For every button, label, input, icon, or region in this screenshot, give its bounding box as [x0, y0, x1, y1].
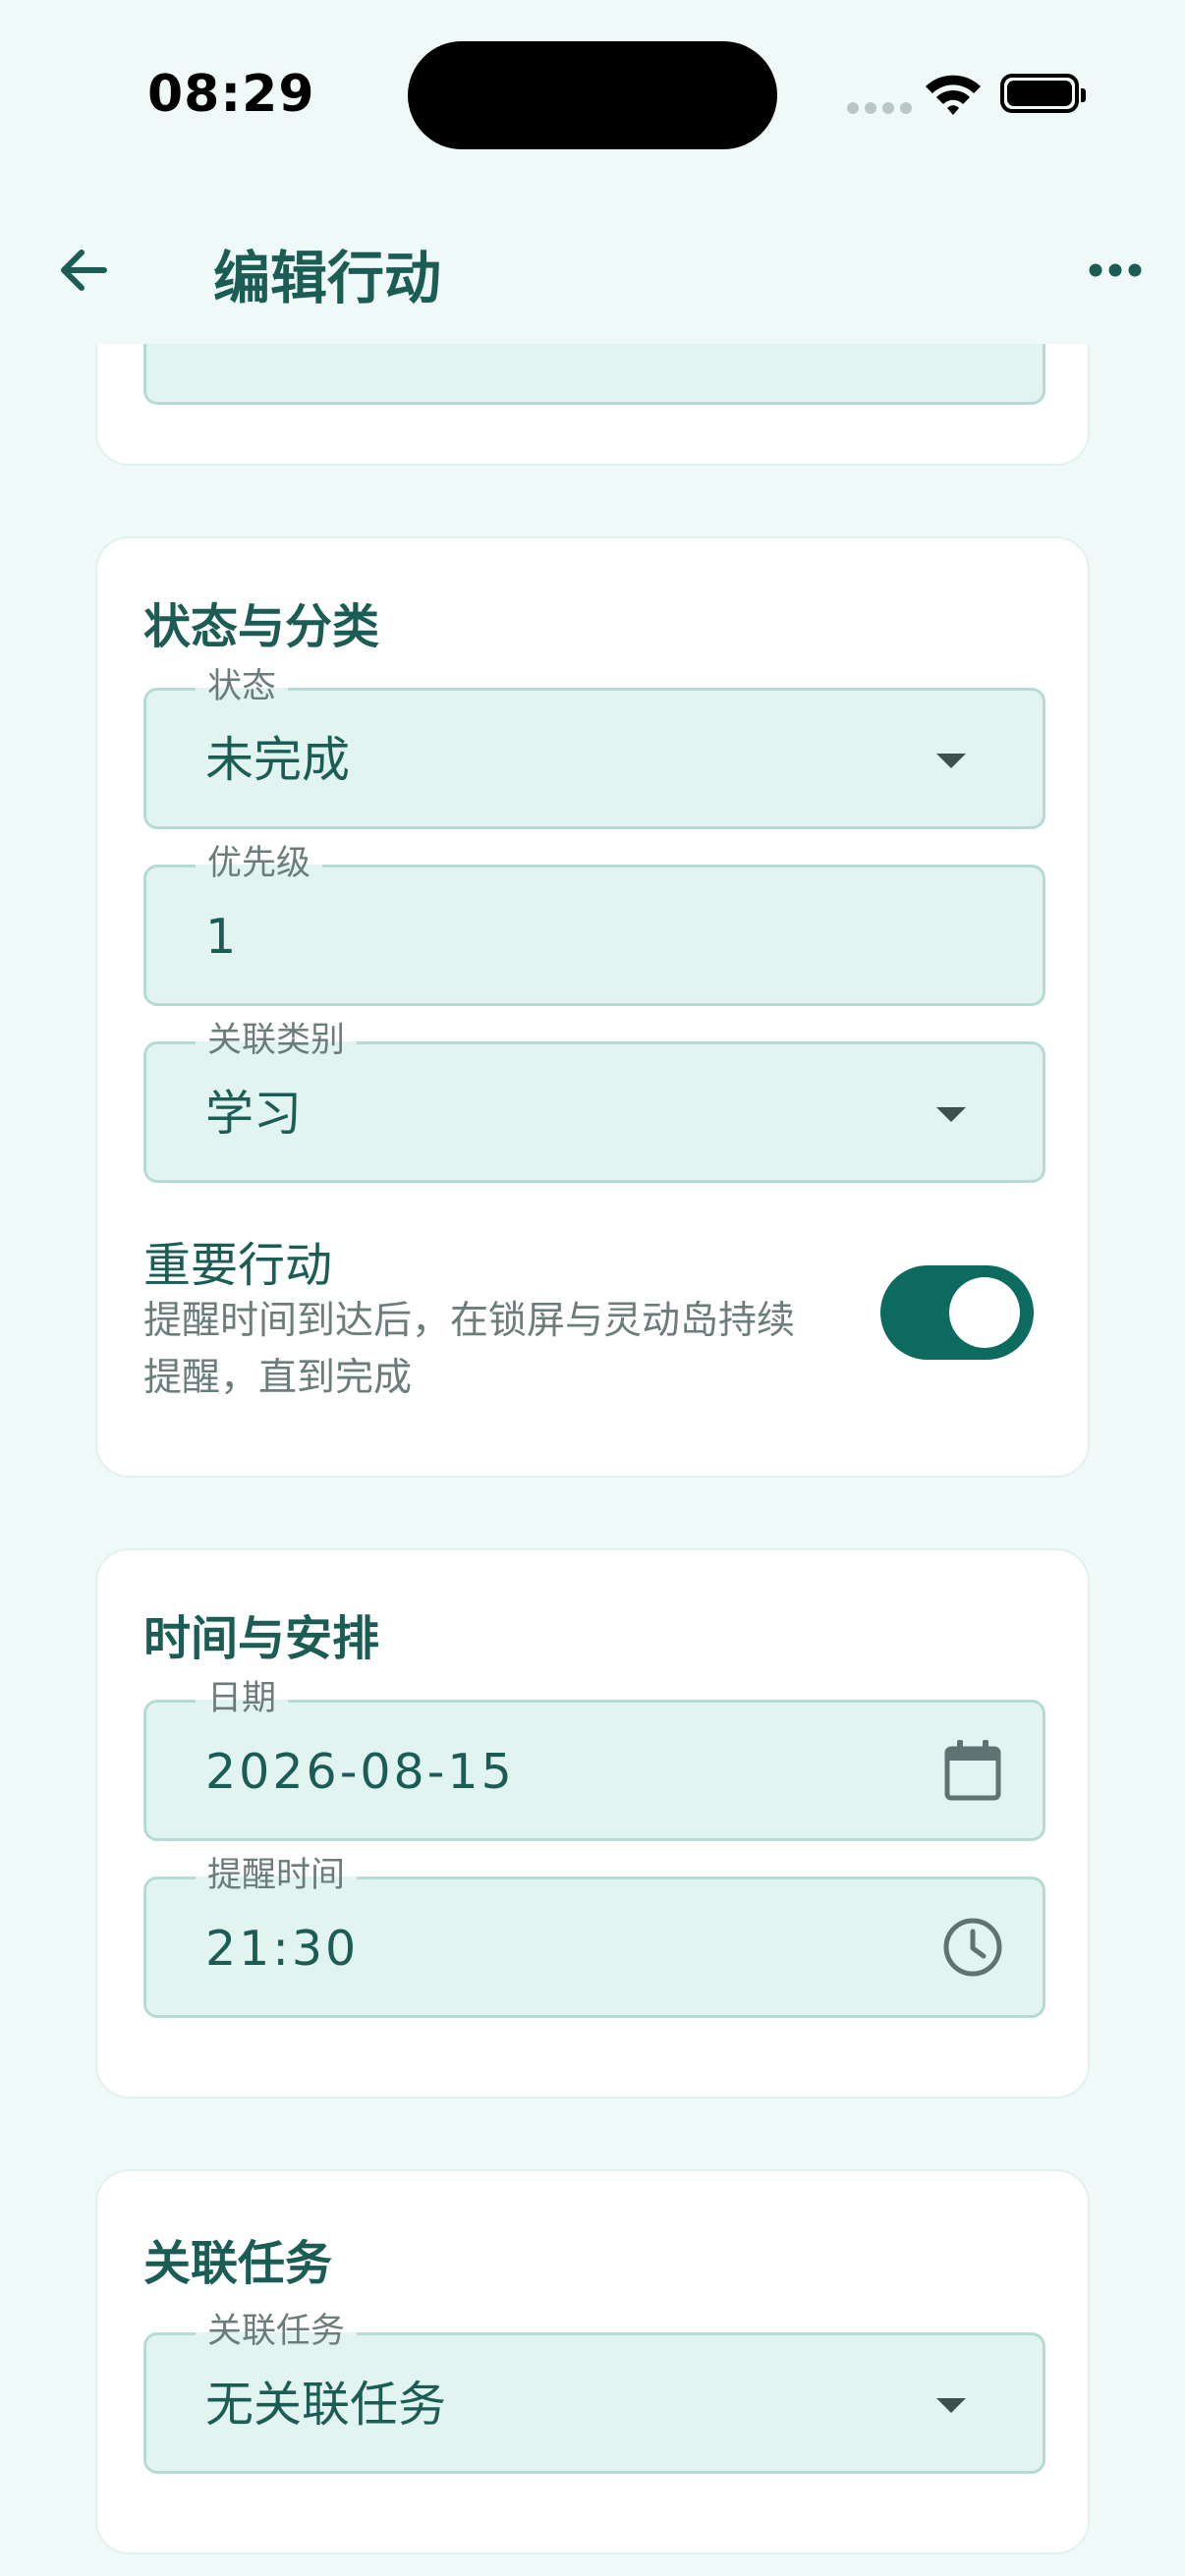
reminder-time-label: 提醒时间	[196, 1854, 358, 1897]
section-title-task: 关联任务	[143, 2236, 333, 2291]
status-bar: 08:29	[0, 0, 1185, 187]
dropdown-arrow-icon	[936, 754, 966, 768]
section-title-status: 状态与分类	[143, 599, 380, 654]
more-horizontal-icon	[1089, 263, 1142, 277]
priority-field[interactable]: 优先级 1	[143, 842, 1045, 1006]
important-action-description: 提醒时间到达后，在锁屏与灵动岛持续提醒，直到完成	[143, 1299, 796, 1400]
status-category-card: 状态与分类 状态 未完成 优先级 1 关联类别 学习 重要行动 提醒时间到达后，…	[95, 536, 1090, 1478]
category-value: 学习	[205, 1086, 303, 1142]
status-value: 未完成	[205, 732, 351, 788]
date-field[interactable]: 日期 2026-08-15	[143, 1677, 1045, 1841]
linked-task-label: 关联任务	[196, 2310, 358, 2353]
linked-task-value: 无关联任务	[205, 2377, 447, 2433]
dropdown-arrow-icon	[936, 1107, 966, 1122]
status-time: 08:29	[147, 65, 315, 124]
priority-value: 1	[205, 909, 237, 965]
reminder-time-value: 21:30	[205, 1921, 360, 1977]
important-action-toggle[interactable]	[880, 1265, 1034, 1360]
back-button[interactable]	[49, 236, 118, 305]
date-value: 2026-08-15	[205, 1744, 515, 1800]
dropdown-arrow-icon	[936, 2398, 966, 2413]
linked-task-select[interactable]: 关联任务 无关联任务	[143, 2310, 1045, 2474]
priority-label: 优先级	[196, 842, 323, 885]
category-select[interactable]: 关联类别 学习	[143, 1019, 1045, 1183]
toggle-knob	[949, 1277, 1020, 1348]
important-action-label: 重要行动	[143, 1238, 333, 1293]
dynamic-island	[408, 41, 777, 149]
battery-icon	[1000, 74, 1086, 113]
app-bar: 编辑行动	[0, 196, 1185, 344]
arrow-left-icon	[61, 250, 107, 291]
calendar-icon[interactable]	[938, 1736, 1007, 1805]
date-label: 日期	[196, 1677, 289, 1720]
category-label: 关联类别	[196, 1019, 358, 1062]
cellular-signal-icon	[847, 102, 912, 114]
page-title: 编辑行动	[213, 245, 442, 311]
more-options-button[interactable]	[1081, 236, 1150, 305]
status-label: 状态	[196, 665, 289, 708]
section-title-schedule: 时间与安排	[143, 1611, 380, 1666]
status-select[interactable]: 状态 未完成	[143, 665, 1045, 829]
linked-task-card: 关联任务 关联任务 无关联任务	[95, 2169, 1090, 2554]
schedule-card: 时间与安排 日期 2026-08-15 提醒时间 21:30	[95, 1548, 1090, 2099]
wifi-icon	[926, 75, 981, 115]
clock-icon[interactable]	[938, 1913, 1007, 1982]
reminder-time-field[interactable]: 提醒时间 21:30	[143, 1854, 1045, 2018]
